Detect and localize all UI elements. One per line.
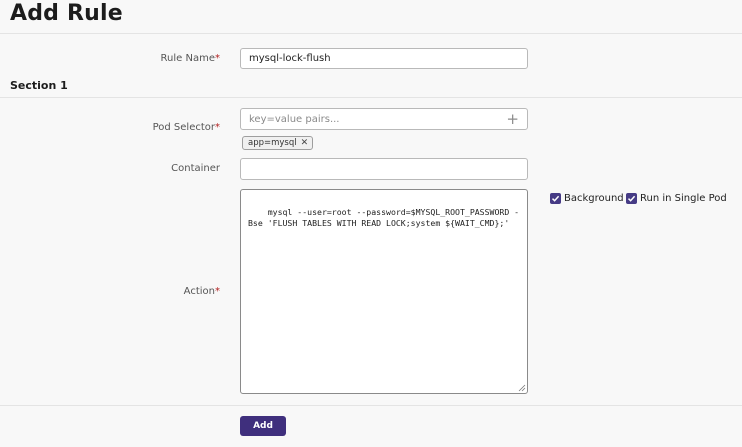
- required-marker: *: [215, 286, 220, 297]
- add-rule-form: Add Rule Rule Name* mysql-lock-flush Sec…: [0, 0, 742, 447]
- run-single-pod-checkbox[interactable]: [626, 193, 637, 204]
- footer-divider: [0, 405, 742, 406]
- title-divider: [0, 33, 742, 34]
- pod-selector-label-text: Pod Selector: [152, 122, 215, 133]
- check-icon: [627, 195, 636, 202]
- container-label: Container: [10, 163, 220, 174]
- action-value: mysql --user=root --password=$MYSQL_ROOT…: [248, 207, 520, 228]
- pod-selector-input[interactable]: key=value pairs... +: [240, 108, 528, 130]
- pod-selector-placeholder: key=value pairs...: [249, 113, 340, 125]
- background-checkbox[interactable]: [550, 193, 561, 204]
- remove-tag-icon[interactable]: ✕: [301, 138, 309, 148]
- pod-selector-label: Pod Selector*: [10, 122, 220, 133]
- plus-icon[interactable]: +: [506, 111, 519, 127]
- rule-name-label-text: Rule Name: [160, 53, 215, 64]
- add-button[interactable]: Add: [240, 416, 286, 436]
- action-textarea[interactable]: mysql --user=root --password=$MYSQL_ROOT…: [240, 189, 528, 394]
- container-label-text: Container: [171, 163, 220, 174]
- resize-handle-icon[interactable]: [518, 384, 526, 392]
- rule-name-label: Rule Name*: [10, 53, 220, 64]
- required-marker: *: [215, 53, 220, 64]
- run-single-pod-option[interactable]: Run in Single Pod: [626, 193, 727, 204]
- section-divider: [0, 97, 742, 98]
- background-label: Background: [564, 193, 624, 204]
- run-single-pod-label: Run in Single Pod: [640, 193, 727, 204]
- container-input[interactable]: [240, 158, 528, 180]
- required-marker: *: [215, 122, 220, 133]
- page-title: Add Rule: [10, 1, 123, 26]
- check-icon: [551, 195, 560, 202]
- action-label: Action*: [10, 286, 220, 297]
- action-label-text: Action: [183, 286, 215, 297]
- rule-name-value: mysql-lock-flush: [249, 53, 331, 64]
- rule-name-input[interactable]: mysql-lock-flush: [240, 48, 528, 69]
- pod-selector-tag: app=mysql ✕: [242, 136, 314, 150]
- background-option[interactable]: Background: [550, 193, 624, 204]
- section-title: Section 1: [10, 79, 68, 92]
- tag-label: app=mysql: [248, 138, 297, 148]
